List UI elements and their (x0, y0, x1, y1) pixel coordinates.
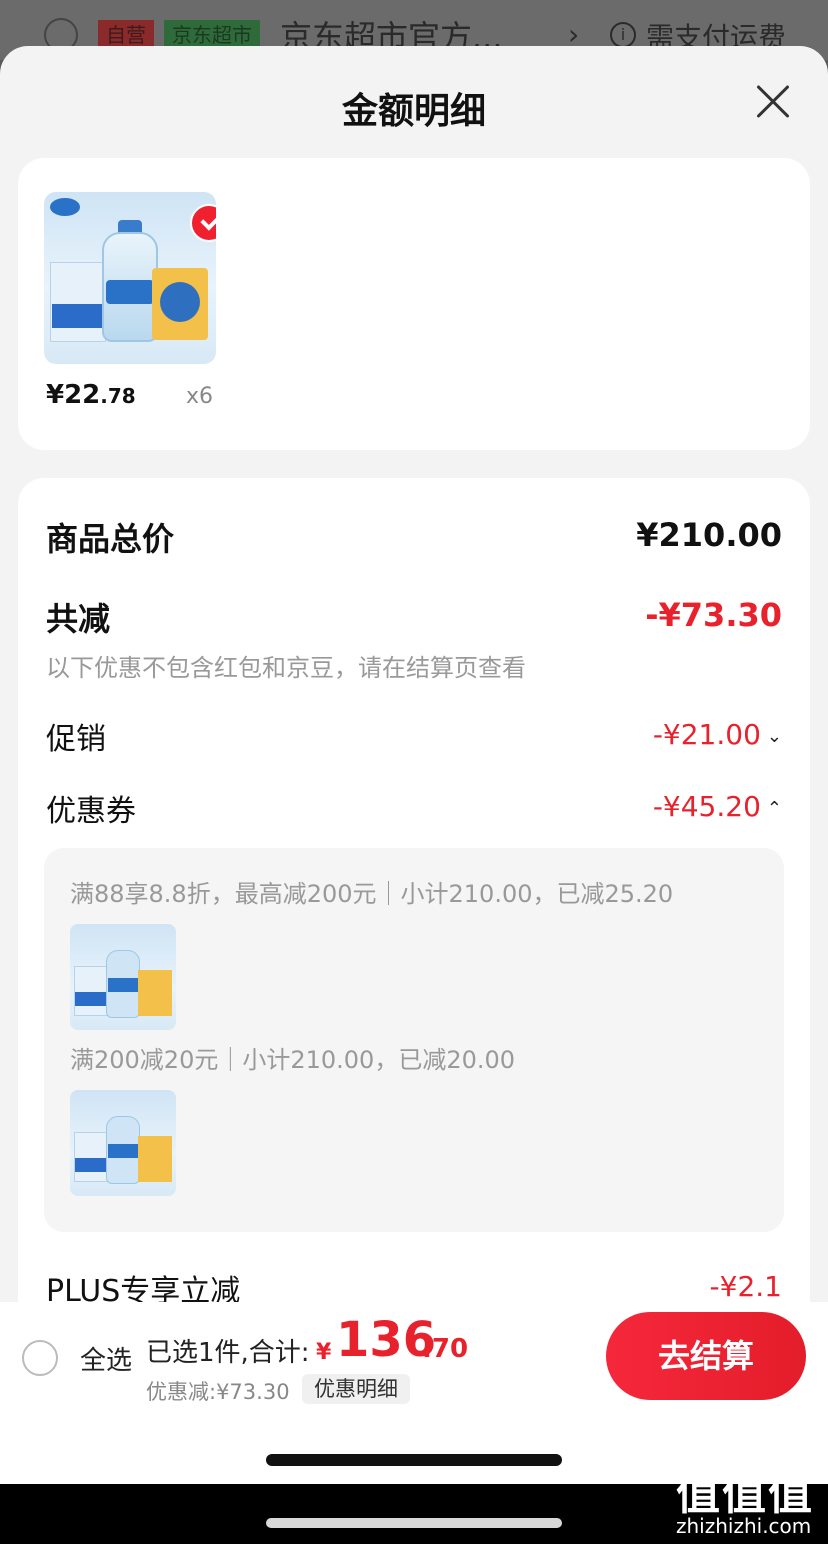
product-card: ¥22.78 x6 (18, 158, 810, 450)
watermark-domain: zhizhizhi.com (676, 1514, 812, 1538)
product-image[interactable] (44, 192, 216, 364)
coupon-amount: -¥45.20 (652, 790, 761, 823)
chevron-up-icon: ⌃ (766, 797, 782, 819)
product-quantity: x6 (186, 384, 214, 409)
coupon-rule: 满88享8.8折，最高减200元｜小计210.00，已减25.20 (70, 880, 674, 908)
total-decimal: .70 (422, 1334, 469, 1364)
coupon-label: 优惠券 (46, 794, 136, 829)
total-currency: ¥ (316, 1340, 332, 1365)
thumb-label-graphic (108, 978, 138, 992)
total-price-amount: ¥210.00 (636, 516, 782, 554)
system-home-indicator[interactable] (266, 1518, 562, 1528)
thumb-flyer-graphic (74, 966, 108, 1016)
watermark-logo: 值值值 (676, 1469, 814, 1520)
thumb-label-graphic (108, 1144, 138, 1158)
plus-discount-amount: -¥2.1 (709, 1270, 782, 1303)
thumb-band-graphic (75, 1158, 107, 1172)
discount-summary: 优惠减:¥73.30 (146, 1380, 290, 1404)
select-all-label[interactable]: 全选 (80, 1340, 132, 1377)
coupon-list: 满88享8.8折，最高减200元｜小计210.00，已减25.20 满200减2… (44, 848, 784, 1232)
total-reduction-amount: -¥73.30 (645, 596, 782, 634)
promo-flyer-band (52, 304, 104, 328)
coupon-rule: 满200减20元｜小计210.00，已减20.00 (70, 1046, 516, 1074)
checkout-button[interactable]: 去结算 (606, 1312, 806, 1400)
chevron-down-icon: ⌄ (766, 725, 782, 747)
thumb-box-graphic (138, 1136, 172, 1182)
close-icon[interactable] (754, 84, 790, 120)
amount-detail-sheet: 金额明细 ¥22.78 x6 商品总价 ¥210.00 共减 -¥73.30 以… (0, 46, 828, 1544)
thumb-flyer-graphic (74, 1132, 108, 1182)
sheet-title: 金额明细 (341, 91, 486, 132)
select-all-radio[interactable] (22, 1340, 58, 1376)
reduction-note: 以下优惠不包含红包和京豆，请在结算页查看 (46, 654, 526, 682)
promotion-amount: -¥21.00 (652, 718, 761, 751)
coupon-row[interactable]: -¥45.20 ⌃ (653, 790, 782, 823)
coupon-product-thumb[interactable] (70, 1090, 176, 1196)
total-price-label: 商品总价 (46, 520, 175, 558)
checkout-bar: 全选 已选1件,合计: ¥ 136 .70 优惠减:¥73.30 优惠明细 去结… (0, 1302, 828, 1406)
thumb-band-graphic (75, 992, 107, 1006)
coupon-product-thumb[interactable] (70, 924, 176, 1030)
product-price: ¥22.78 (46, 380, 136, 410)
promotion-label: 促销 (46, 722, 106, 757)
bottle-label-graphic (106, 280, 154, 304)
discount-detail-button[interactable]: 优惠明细 (302, 1374, 410, 1404)
home-indicator[interactable] (266, 1454, 562, 1466)
promo-flyer-graphic (50, 262, 106, 342)
promotion-row[interactable]: -¥21.00 ⌄ (653, 718, 782, 751)
brand-logo-icon (50, 198, 80, 216)
total-reduction-label: 共减 (46, 600, 111, 638)
price-main: ¥22 (46, 380, 101, 410)
carton-label-graphic (160, 282, 200, 322)
info-icon[interactable]: i (610, 22, 636, 48)
selected-check-icon[interactable] (190, 204, 216, 242)
price-decimal: .78 (100, 384, 136, 408)
selected-summary: 已选1件,合计: (146, 1338, 310, 1368)
thumb-box-graphic (138, 970, 172, 1016)
